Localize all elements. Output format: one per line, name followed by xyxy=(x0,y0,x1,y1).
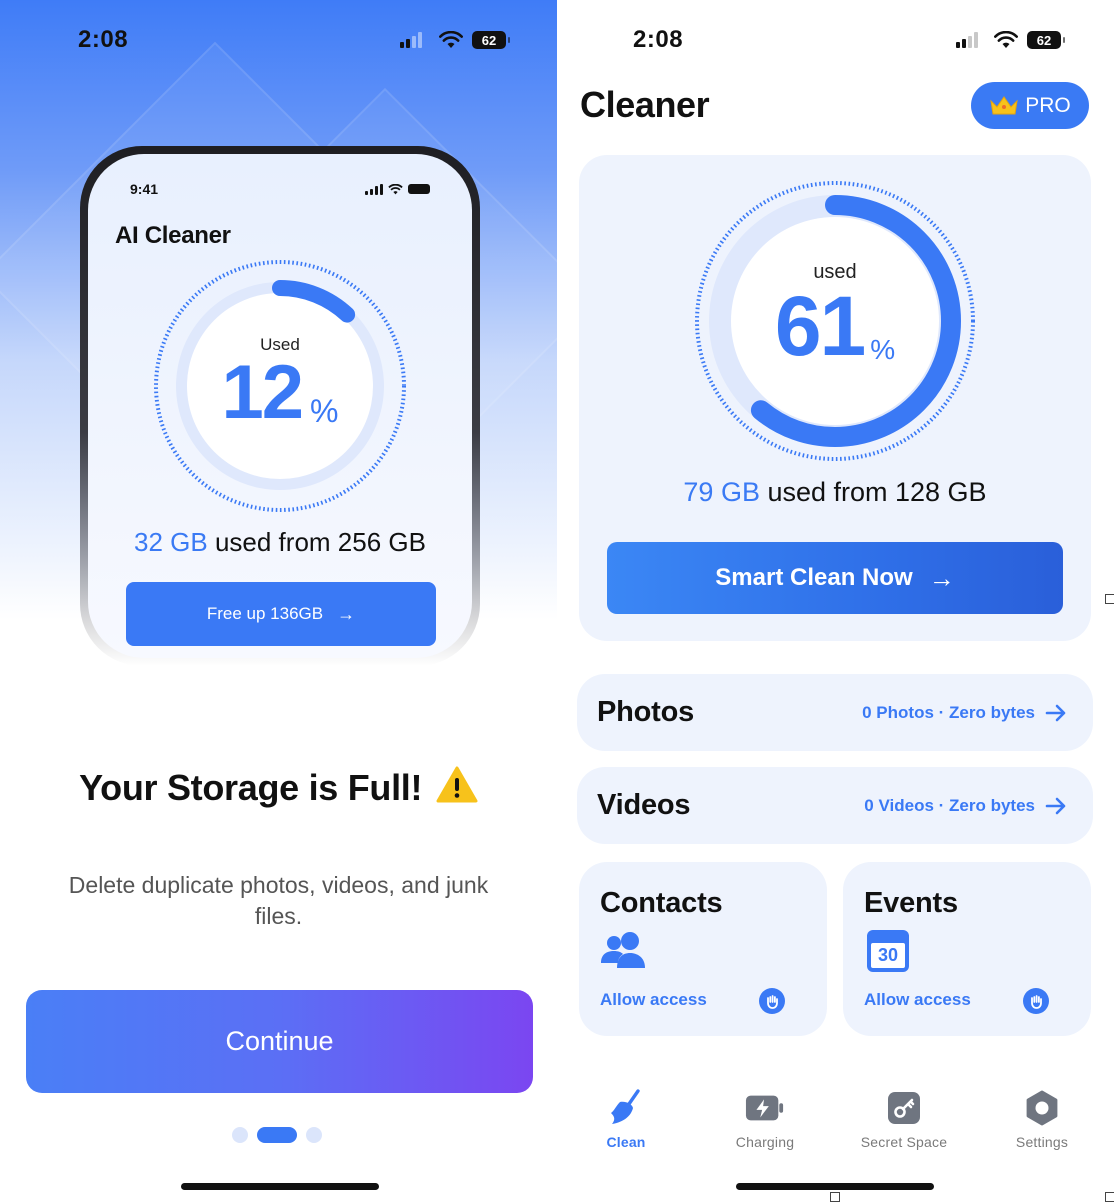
calendar-icon: 30 xyxy=(867,930,909,972)
selection-handle xyxy=(1105,1192,1114,1202)
mockup-percent-value: 12 xyxy=(221,350,305,435)
pro-label: PRO xyxy=(1025,93,1071,117)
photos-card[interactable]: Photos 0 Photos · Zero bytes xyxy=(577,674,1093,751)
smart-clean-button[interactable]: Smart Clean Now → xyxy=(607,542,1063,614)
mockup-status-icons xyxy=(365,183,430,195)
key-icon xyxy=(884,1088,924,1128)
mockup-ring-labels: Used 12 % xyxy=(152,258,408,514)
contacts-icon xyxy=(601,932,645,968)
battery-bolt-icon xyxy=(745,1088,785,1128)
storage-full-headline: Your Storage is Full! xyxy=(0,766,557,809)
tab-charging[interactable]: Charging xyxy=(705,1088,825,1150)
calendar-day: 30 xyxy=(877,945,899,965)
calendar-page: 30 xyxy=(871,943,905,968)
mockup-percent-sign: % xyxy=(310,393,339,429)
videos-card[interactable]: Videos 0 Videos · Zero bytes xyxy=(577,767,1093,844)
mockup-storage-ring: Used 12 % xyxy=(152,258,408,514)
mockup-wifi-icon xyxy=(388,183,403,194)
storage-summary: 79 GB used from 128 GB xyxy=(579,477,1091,508)
warning-icon xyxy=(436,766,478,803)
events-title: Events xyxy=(864,887,958,919)
home-indicator xyxy=(181,1183,379,1190)
mockup-time: 9:41 xyxy=(130,181,159,197)
hand-icon xyxy=(759,988,785,1014)
storage-percent-value: 61 xyxy=(774,278,866,373)
contacts-card[interactable]: Contacts Allow access xyxy=(579,862,827,1036)
storage-ring-labels: used 61 % xyxy=(693,179,977,463)
tab-bar: Clean Charging Secret Space Settings xyxy=(557,1088,1114,1158)
mockup-storage-summary: 32 GB used from 256 GB xyxy=(88,527,472,558)
events-card[interactable]: Events 30 Allow access xyxy=(843,862,1091,1036)
videos-count: 0 Videos · Zero bytes xyxy=(864,795,1035,815)
page-indicator xyxy=(232,1127,322,1143)
tab-settings-label: Settings xyxy=(1015,1134,1069,1150)
arrow-right-icon xyxy=(1045,704,1066,721)
videos-title: Videos xyxy=(597,789,691,821)
status-bar: 2:08 62 xyxy=(557,24,1114,56)
selection-handle xyxy=(1105,594,1114,604)
hand-icon xyxy=(1023,988,1049,1014)
status-time: 2:08 xyxy=(633,26,684,53)
storage-used-total: used from 128 GB xyxy=(759,477,987,507)
storage-percent-sign: % xyxy=(870,333,896,365)
tab-settings[interactable]: Settings xyxy=(982,1088,1102,1150)
photos-title: Photos xyxy=(597,696,695,728)
free-up-label: Free up 136GB xyxy=(206,604,324,623)
tab-secret-space-label: Secret Space xyxy=(860,1134,948,1150)
photos-meta: 0 Photos · Zero bytes xyxy=(862,703,1067,723)
onboarding-screen: 2:08 62 9:41 AI Cleaner Used 12 % 32 GB … xyxy=(0,0,557,1202)
contacts-title: Contacts xyxy=(600,887,723,919)
arrow-right-icon xyxy=(1045,797,1066,814)
wifi-icon xyxy=(994,31,1018,48)
continue-button[interactable]: Continue xyxy=(26,990,533,1093)
page-title: Cleaner xyxy=(580,84,710,125)
page-dot[interactable] xyxy=(306,1127,322,1143)
arrow-right-icon: → xyxy=(337,603,356,624)
cellular-signal-icon xyxy=(956,32,978,48)
cellular-signal-icon xyxy=(400,32,422,48)
status-bar: 2:08 62 xyxy=(0,24,557,56)
page-dot[interactable] xyxy=(232,1127,248,1143)
battery-indicator: 62 xyxy=(472,31,510,49)
crown-icon xyxy=(990,95,1018,114)
mockup-used-total: used from 256 GB xyxy=(207,527,426,557)
smart-clean-label: Smart Clean Now xyxy=(715,564,913,591)
arrow-right-icon: → xyxy=(928,562,955,593)
tab-clean-label: Clean xyxy=(606,1134,646,1150)
pro-upgrade-button[interactable]: PRO xyxy=(971,82,1089,129)
photos-count: 0 Photos · Zero bytes xyxy=(862,702,1035,722)
storage-percent: 61 % xyxy=(775,284,895,368)
events-allow-access[interactable]: Allow access xyxy=(864,990,971,1010)
videos-meta: 0 Videos · Zero bytes xyxy=(864,796,1067,816)
status-time: 2:08 xyxy=(78,26,129,53)
page-dot-active[interactable] xyxy=(257,1127,297,1143)
wifi-icon xyxy=(439,31,463,48)
mockup-battery-icon xyxy=(408,184,430,194)
gear-icon xyxy=(1022,1088,1062,1128)
contacts-allow-access[interactable]: Allow access xyxy=(600,990,707,1010)
continue-label: Continue xyxy=(225,1026,334,1056)
mockup-used-amount: 32 GB xyxy=(134,527,208,557)
broom-icon xyxy=(606,1088,646,1128)
storage-used-amount: 79 GB xyxy=(683,477,760,507)
tab-clean[interactable]: Clean xyxy=(566,1088,686,1150)
tab-charging-label: Charging xyxy=(735,1134,795,1150)
cleaner-home-screen: 2:08 62 Cleaner PRO used 61 % 79 GB used… xyxy=(557,0,1114,1202)
headline-text: Your Storage is Full! xyxy=(79,767,423,808)
home-indicator xyxy=(736,1183,934,1190)
tab-secret-space[interactable]: Secret Space xyxy=(844,1088,964,1150)
mockup-signal-icon xyxy=(365,183,383,195)
mockup-app-title: AI Cleaner xyxy=(115,222,231,249)
storage-ring: used 61 % xyxy=(693,179,977,463)
mockup-status-bar: 9:41 xyxy=(130,181,430,197)
mockup-percent: 12 % xyxy=(222,355,339,431)
free-up-button: Free up 136GB → xyxy=(126,582,436,646)
battery-indicator: 62 xyxy=(1027,31,1065,49)
onboarding-description: Delete duplicate photos, videos, and jun… xyxy=(68,872,489,929)
storage-card: used 61 % 79 GB used from 128 GB Smart C… xyxy=(579,155,1091,641)
selection-handle xyxy=(830,1192,840,1202)
